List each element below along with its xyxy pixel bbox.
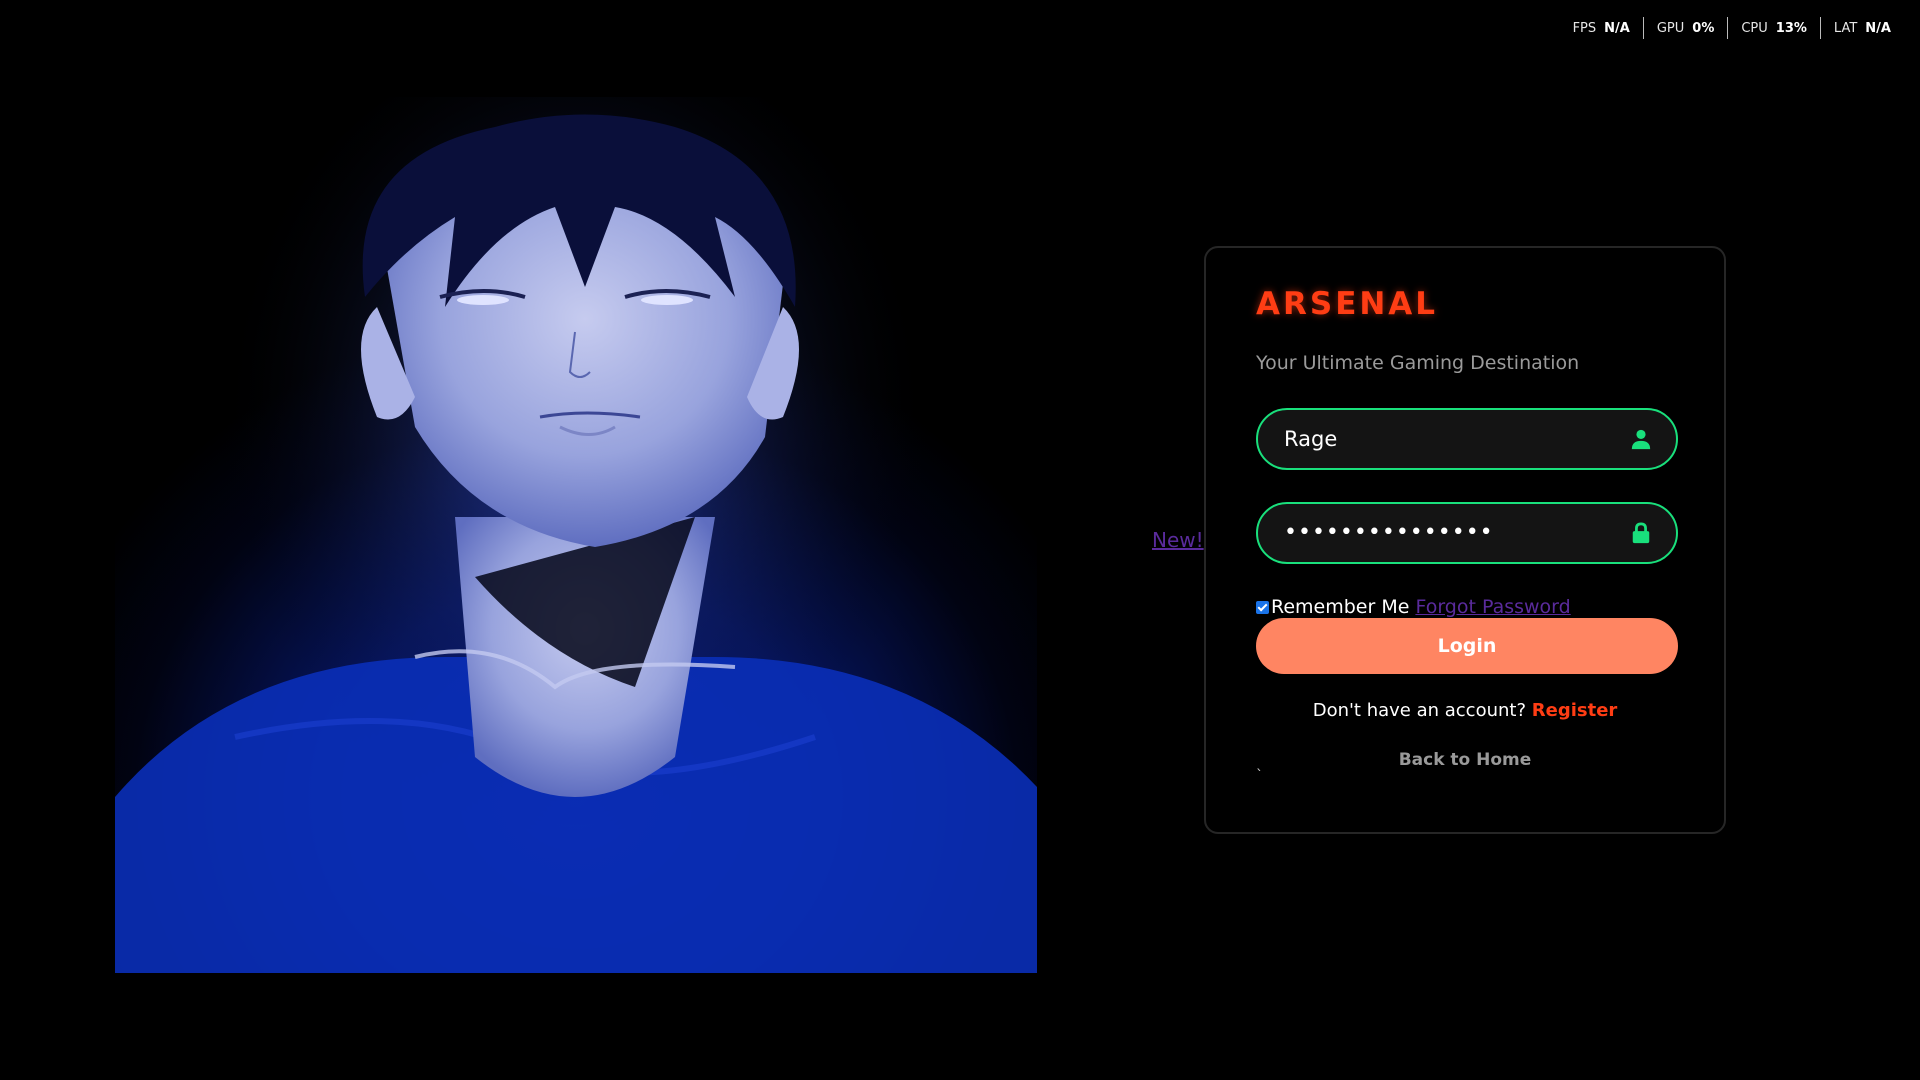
password-value: ••••••••••••••• <box>1284 520 1494 545</box>
latency-label: LAT <box>1833 20 1858 36</box>
signup-prompt-text: Don't have an account? <box>1312 700 1527 721</box>
login-card: ARSENAL Your Ultimate Gaming Destination… <box>1204 246 1726 834</box>
tagline: Your Ultimate Gaming Destination <box>1256 352 1580 374</box>
new-link[interactable]: New! <box>1152 528 1204 552</box>
fps-metric: FPS N/A <box>1560 17 1643 39</box>
gpu-value: 0% <box>1692 20 1715 36</box>
cpu-value: 13% <box>1775 20 1807 36</box>
lock-icon <box>1632 522 1650 544</box>
brand-logo-text: ARSENAL <box>1256 286 1439 322</box>
register-link[interactable]: Register <box>1532 700 1618 721</box>
forgot-password-link[interactable]: Forgot Password <box>1415 596 1570 618</box>
cpu-label: CPU <box>1741 20 1768 36</box>
fps-value: N/A <box>1604 20 1630 36</box>
latency-value: N/A <box>1865 20 1891 36</box>
remember-me-label[interactable]: Remember Me <box>1271 596 1409 618</box>
user-icon <box>1631 429 1651 450</box>
character-illustration <box>115 97 1037 973</box>
signup-prompt: Don't have an account? Register <box>1206 700 1724 721</box>
remember-me-row: Remember Me Forgot Password <box>1256 596 1571 618</box>
remember-me-checkbox[interactable] <box>1256 600 1269 614</box>
gpu-metric: GPU 0% <box>1642 17 1728 39</box>
back-to-home-link[interactable]: Back to Home <box>1206 750 1724 770</box>
username-value: Rage <box>1284 427 1338 451</box>
login-button[interactable]: Login <box>1256 618 1678 674</box>
gpu-label: GPU <box>1656 20 1685 36</box>
performance-overlay: FPS N/A GPU 0% CPU 13% LAT N/A <box>1560 17 1904 39</box>
username-input[interactable]: Rage <box>1256 408 1678 470</box>
stray-character: ` <box>1256 768 1263 784</box>
password-input[interactable]: ••••••••••••••• <box>1256 502 1678 564</box>
latency-metric: LAT N/A <box>1819 17 1904 39</box>
fps-label: FPS <box>1572 20 1597 36</box>
hero-character-image <box>115 97 1037 973</box>
cpu-metric: CPU 13% <box>1727 17 1820 39</box>
